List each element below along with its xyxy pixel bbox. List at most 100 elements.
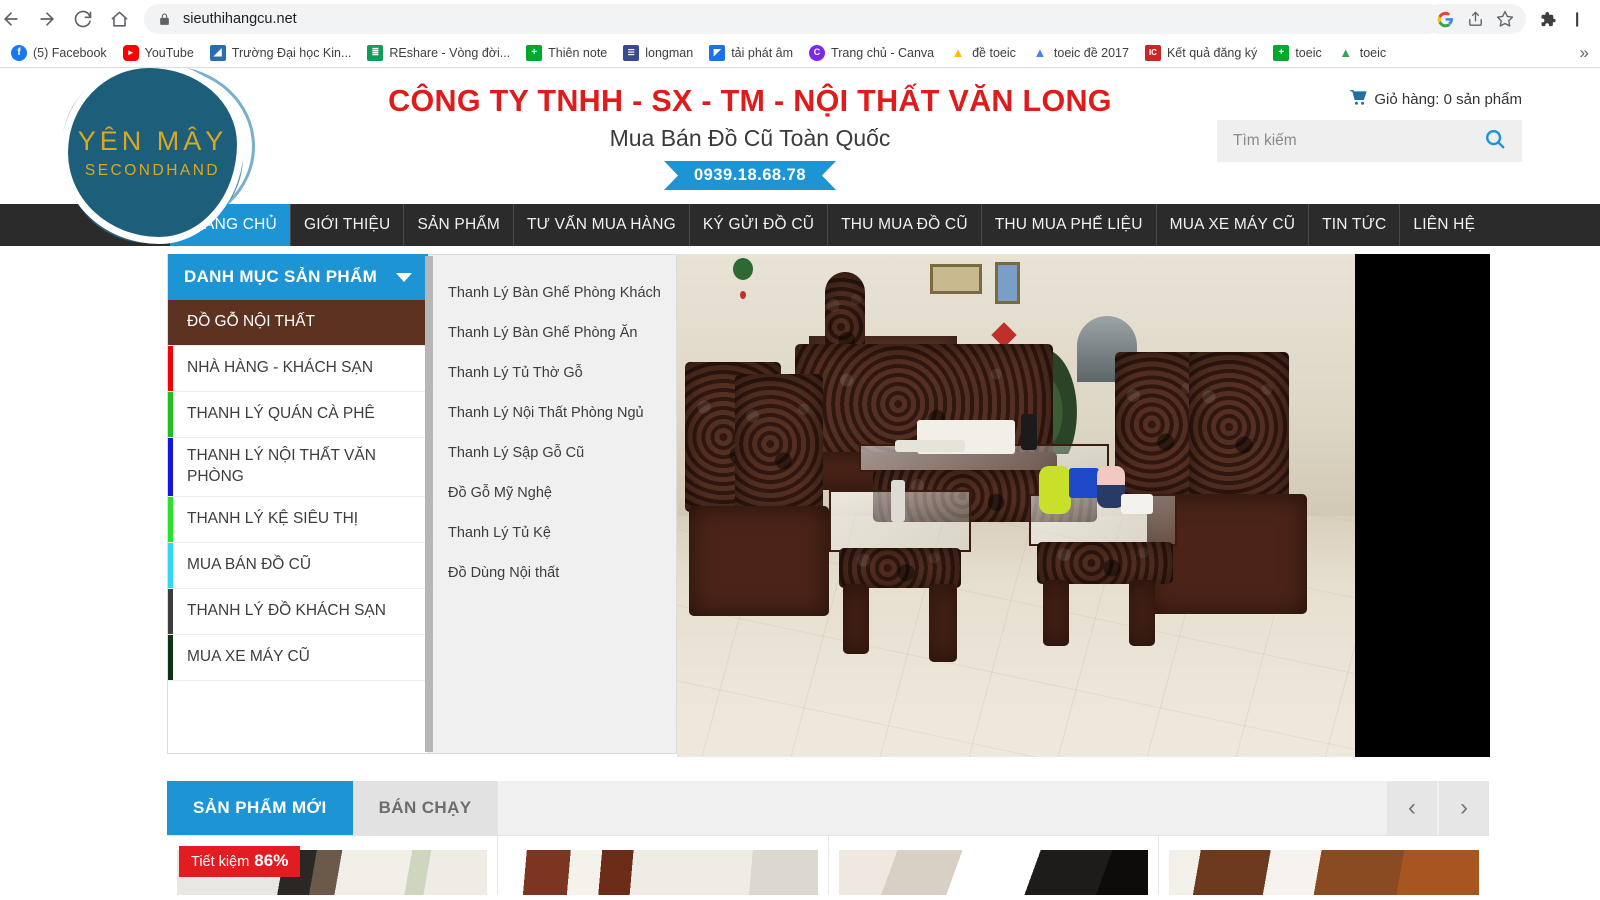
nav-item-thu-mua-do-cu[interactable]: THU MUA ĐỒ CŨ (828, 204, 982, 246)
category-item-do-go-noi-that[interactable]: ĐỒ GỖ NỘI THẤT (168, 300, 428, 346)
company-subtitle: Mua Bán Đồ Cũ Toàn Quốc (609, 125, 891, 151)
chevron-left-icon[interactable]: ‹ (1385, 781, 1437, 835)
profile-icon[interactable] (1564, 6, 1590, 32)
discount-value: 86% (254, 851, 289, 870)
category-color-bar (168, 392, 173, 437)
submenu-item-ban-ghe-phong-khach[interactable]: Thanh Lý Bàn Ghế Phòng Khách (448, 273, 676, 313)
category-item-nha-hang-khach-san[interactable]: NHÀ HÀNG - KHÁCH SẠN (168, 346, 428, 392)
nav-item-tin-tuc[interactable]: TIN TỨC (1309, 204, 1401, 246)
address-bar[interactable]: sieuthihangcu.net (144, 4, 1442, 34)
cart-summary[interactable]: Giỏ hàng: 0 sản phẩm (1350, 90, 1522, 109)
discount-label: Tiết kiệm (191, 854, 250, 870)
share-icon[interactable] (1462, 6, 1488, 32)
bookmark-label: Thiên note (548, 45, 608, 60)
category-item-mua-ban-do-cu[interactable]: MUA BÁN ĐỒ CŨ (168, 542, 428, 589)
nav-item-mua-xe-may-cu[interactable]: MUA XE MÁY CŨ (1157, 204, 1310, 246)
reload-icon[interactable] (66, 2, 100, 36)
hero-banner-image[interactable] (677, 254, 1490, 757)
left-side-table-leg (843, 584, 869, 654)
category-sidebar: DANH MỤC SẢN PHẨM ĐỒ GỖ NỘI THẤT NHÀ HÀN… (167, 254, 429, 754)
bookmark-item[interactable]: ▲ toeic (1331, 42, 1393, 64)
google-drive-icon: ▲ (1339, 45, 1353, 60)
lock-icon (158, 13, 171, 26)
bookmark-label: Trường Đại học Kin... (231, 45, 352, 60)
product-card[interactable] (1159, 836, 1489, 895)
category-item-thanh-ly-quan-ca-phe[interactable]: THANH LÝ QUÁN CÀ PHÊ (168, 392, 428, 438)
search-box[interactable] (1217, 120, 1522, 162)
category-item-thanh-ly-noi-that-van-phong[interactable]: THANH LÝ NỘI THẤT VĂN PHÒNG (168, 438, 428, 497)
nav-item-ky-gui-do-cu[interactable]: KÝ GỬI ĐỒ CŨ (690, 204, 829, 246)
forward-arrow-icon[interactable] (30, 2, 64, 36)
bookmark-item[interactable]: ☰ longman (616, 42, 700, 64)
nav-item-thu-mua-phe-lieu[interactable]: THU MUA PHẾ LIỆU (982, 204, 1157, 246)
submenu-item-tu-ke[interactable]: Thanh Lý Tủ Kệ (448, 513, 676, 553)
site-logo[interactable]: YÊN MÂY SECONDHAND (60, 68, 255, 245)
bookmarks-overflow-button[interactable]: » (1573, 43, 1596, 63)
bookmark-item[interactable]: f (5) Facebook (4, 42, 114, 64)
google-icon[interactable] (1432, 6, 1458, 32)
bookmark-item[interactable]: ◤ tải phát âm (702, 42, 800, 64)
left-side-table-apron (839, 548, 961, 588)
category-color-bar (168, 588, 173, 634)
category-header-label: DANH MỤC SẢN PHẨM (184, 267, 378, 286)
company-title: CÔNG TY TNHH - SX - TM - NỘI THẤT VĂN LO… (388, 84, 1112, 118)
submenu-item-do-go-my-nghe[interactable]: Đồ Gỗ Mỹ Nghệ (448, 473, 676, 513)
green-duster (1039, 466, 1071, 514)
product-thumbnail (1169, 850, 1479, 895)
submenu-item-tu-tho-go[interactable]: Thanh Lý Tủ Thờ Gỗ (448, 353, 676, 393)
bookmarks-bar: f (5) Facebook ► YouTube ◢ Trường Đại họ… (0, 38, 1600, 68)
home-icon[interactable] (102, 2, 136, 36)
puzzle-extensions-icon[interactable] (1534, 6, 1560, 32)
sidebar-scrollbar[interactable] (425, 256, 433, 752)
category-label: THANH LÝ ĐỒ KHÁCH SẠN (187, 601, 386, 619)
bookmark-item[interactable]: ▲ toeic đề 2017 (1025, 42, 1136, 64)
back-arrow-icon[interactable] (0, 2, 28, 36)
submenu-item-sap-go-cu[interactable]: Thanh Lý Sập Gỗ Cũ (448, 433, 676, 473)
logo-text: YÊN MÂY SECONDHAND (60, 68, 245, 245)
category-submenu: Thanh Lý Bàn Ghế Phòng Khách Thanh Lý Bà… (429, 254, 677, 754)
bookmark-item[interactable]: C Trang chủ - Canva (802, 42, 941, 64)
armchair-left-base (689, 506, 829, 616)
submenu-item-noi-that-phong-ngu[interactable]: Thanh Lý Nội Thất Phòng Ngủ (448, 393, 676, 433)
category-item-thanh-ly-do-khach-san[interactable]: THANH LÝ ĐỒ KHÁCH SẠN (168, 588, 428, 635)
category-header[interactable]: DANH MỤC SẢN PHẨM (168, 254, 428, 300)
search-icon[interactable] (1484, 128, 1506, 155)
papers (895, 440, 965, 452)
bookmark-star-icon[interactable] (1492, 6, 1518, 32)
submenu-item-do-dung-noi-that[interactable]: Đồ Dùng Nội thất (448, 553, 676, 593)
bookmark-item[interactable]: + toeic (1266, 42, 1328, 64)
nav-item-san-pham[interactable]: SẢN PHẨM (404, 204, 514, 246)
bookmark-item[interactable]: ◢ Trường Đại học Kin... (203, 42, 359, 64)
nav-item-tu-van-mua-hang[interactable]: TƯ VẤN MUA HÀNG (514, 204, 690, 246)
bookmark-item[interactable]: IC Kết quả đăng ký (1138, 42, 1264, 64)
bookmark-item[interactable]: ≣ REshare - Vòng đời... (360, 42, 517, 64)
product-card[interactable] (828, 836, 1160, 895)
category-item-thanh-ly-ke-sieu-thi[interactable]: THANH LÝ KỆ SIÊU THỊ (168, 496, 428, 543)
phone-ribbon[interactable]: 0939.18.68.78 (663, 161, 837, 190)
extension-area (1534, 6, 1592, 32)
cart-label: Giỏ hàng: 0 sản phẩm (1374, 91, 1522, 108)
category-color-bar (168, 542, 173, 588)
dark-object (1021, 414, 1037, 450)
bookmark-item[interactable]: + Thiên note (519, 42, 614, 64)
chevron-right-icon[interactable]: › (1437, 781, 1489, 835)
bookmark-item[interactable]: ▲ đề toeic (943, 42, 1023, 64)
wall-picture (995, 262, 1020, 304)
chevron-down-icon[interactable] (396, 272, 412, 282)
product-card[interactable] (497, 836, 829, 895)
tab-ban-chay[interactable]: BÁN CHẠY (352, 781, 498, 835)
tab-san-pham-moi[interactable]: SẢN PHẨM MỚI (167, 781, 353, 835)
category-label: MUA BÁN ĐỒ CŨ (187, 555, 312, 573)
bookmark-label: Kết quả đăng ký (1166, 45, 1258, 60)
nav-item-gioi-thieu[interactable]: GIỚI THIỆU (291, 204, 405, 246)
hero-black-bar (1355, 254, 1490, 757)
iig-icon: IC (1144, 44, 1161, 61)
submenu-item-ban-ghe-phong-an[interactable]: Thanh Lý Bàn Ghế Phòng Ăn (448, 313, 676, 353)
nav-item-lien-he[interactable]: LIÊN HỆ (1400, 204, 1488, 246)
search-input[interactable] (1233, 132, 1484, 150)
bookmark-item[interactable]: ► YouTube (116, 42, 201, 64)
product-card[interactable]: Tiết kiệm 86% (167, 836, 498, 895)
page-content: DANH MỤC SẢN PHẨM ĐỒ GỖ NỘI THẤT NHÀ HÀN… (0, 246, 1600, 896)
shopping-cart-icon (1350, 90, 1368, 109)
category-item-mua-xe-may-cu[interactable]: MUA XE MÁY CŨ (168, 634, 428, 681)
